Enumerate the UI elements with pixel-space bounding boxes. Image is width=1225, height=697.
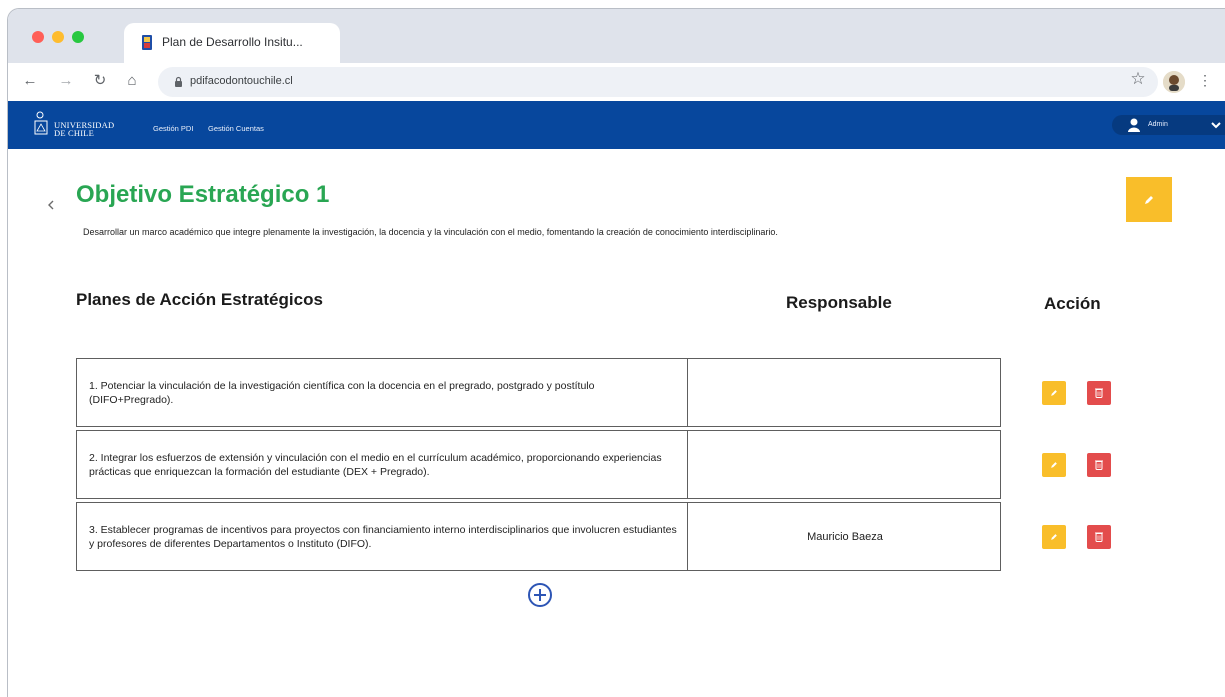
bookmark-star-icon[interactable]: ☆ [1128,69,1148,89]
browser-tabstrip: Plan de Desarrollo Insitu... [8,9,1225,63]
university-logo-text: UNIVERSIDAD DE CHILE [54,121,114,138]
app-header: UNIVERSIDAD DE CHILE Gestión PDI Gestión… [8,101,1225,149]
plan-text: 2. Integrar los esfuerzos de extensión y… [89,452,662,478]
plan-divider [687,503,688,570]
edit-plan-button[interactable] [1042,381,1066,405]
plan-row: 2. Integrar los esfuerzos de extensión y… [76,430,1001,499]
trash-icon [1095,532,1103,542]
page-title: Objetivo Estratégico 1 [76,181,330,208]
plan-divider [687,359,688,426]
delete-plan-button[interactable] [1087,453,1111,477]
edit-plan-button[interactable] [1042,453,1066,477]
plan-responsable [689,359,1001,426]
nav-link-gestion-cuentas[interactable]: Gestión Cuentas [208,124,264,133]
trash-icon [1095,388,1103,398]
pencil-icon [1145,195,1153,204]
user-icon [1128,118,1140,132]
add-plan-button[interactable] [528,583,552,607]
address-bar[interactable]: pdifacodontouchile.cl [158,67,1158,97]
reload-icon[interactable]: ↻ [90,71,110,91]
lock-icon [175,76,182,87]
browser-toolbar: ← → ↻ ⌂ pdifacodontouchile.cl ☆ ⋮ [8,63,1225,101]
edit-objective-button[interactable] [1126,177,1172,222]
chevron-down-icon [1211,122,1221,129]
forward-arrow-icon[interactable]: → [56,71,76,91]
plus-circle-icon [534,589,546,601]
responsable-column-header: Responsable [786,293,892,312]
pencil-icon [1051,390,1057,396]
home-icon[interactable]: ⌂ [122,71,142,91]
tab-title: Plan de Desarrollo Insitu... [162,35,303,49]
plan-divider [687,431,688,498]
profile-avatar[interactable] [1163,71,1185,93]
maximize-window-button[interactable] [72,31,84,43]
university-seal-icon [34,111,48,135]
plan-text: 3. Establecer programas de incentivos pa… [89,524,677,550]
user-label: Admin [1148,121,1168,128]
pencil-icon [1051,462,1057,468]
plan-row: 1. Potenciar la vinculación de la invest… [76,358,1001,427]
profile-face-icon [1163,71,1185,93]
logo-line-2: DE CHILE [54,128,95,138]
user-menu-button[interactable]: Admin [1112,115,1225,135]
edit-plan-button[interactable] [1042,525,1066,549]
accion-column-header: Acción [1044,294,1101,313]
back-chevron-icon[interactable] [45,198,57,212]
delete-plan-button[interactable] [1087,525,1111,549]
nav-link-gestion-pdi[interactable]: Gestión PDI [153,124,193,133]
site-favicon-icon [142,35,152,50]
close-window-button[interactable] [32,31,44,43]
plan-responsable [689,431,1001,498]
plan-responsable: Mauricio Baeza [807,530,883,543]
delete-plan-button[interactable] [1087,381,1111,405]
url-text: pdifacodontouchile.cl [190,75,293,87]
trash-icon [1095,460,1103,470]
plans-heading: Planes de Acción Estratégicos [76,290,323,309]
minimize-window-button[interactable] [52,31,64,43]
pencil-icon [1051,534,1057,540]
plan-row: 3. Establecer programas de incentivos pa… [76,502,1001,571]
objective-description: Desarrollar un marco académico que integ… [83,227,778,237]
browser-window: Plan de Desarrollo Insitu... ← → ↻ ⌂ pdi… [7,8,1225,697]
browser-tab[interactable]: Plan de Desarrollo Insitu... [124,23,340,63]
university-logo[interactable]: UNIVERSIDAD DE CHILE [34,107,124,143]
more-menu-icon[interactable]: ⋮ [1198,72,1212,89]
plan-text: 1. Potenciar la vinculación de la invest… [89,380,595,406]
back-arrow-icon[interactable]: ← [20,71,40,91]
